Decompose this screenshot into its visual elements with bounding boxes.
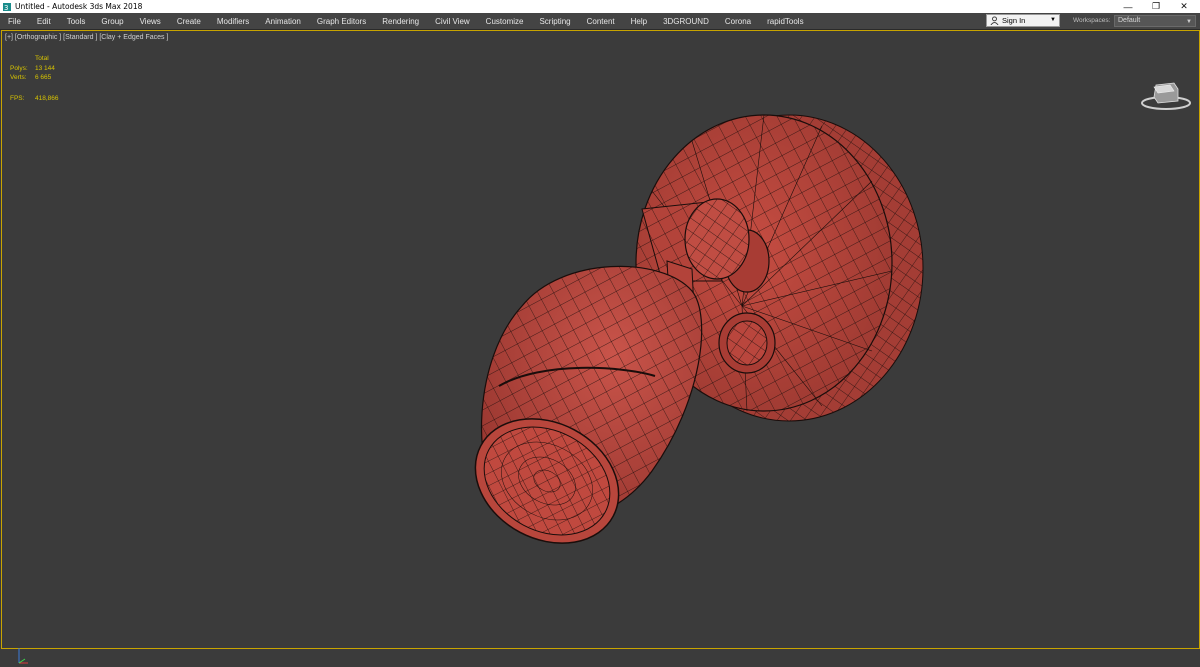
menu-help[interactable]: Help [623, 17, 655, 26]
menu-rapidtools[interactable]: rapidTools [759, 17, 811, 26]
3ds-max-app-icon: 3 [3, 2, 11, 11]
workspaces-label: Workspaces: [1073, 17, 1111, 24]
lamp-head [474, 265, 703, 544]
workspaces-select[interactable]: Default ▼ [1114, 15, 1196, 27]
menu-edit[interactable]: Edit [29, 17, 59, 26]
model-wall-light[interactable] [2, 31, 1199, 648]
user-icon [990, 16, 999, 25]
menu-3dground[interactable]: 3DGROUND [655, 17, 717, 26]
menu-create[interactable]: Create [169, 17, 209, 26]
menu-civil-view[interactable]: Civil View [427, 17, 478, 26]
menu-scripting[interactable]: Scripting [531, 17, 578, 26]
menu-graph-editors[interactable]: Graph Editors [309, 17, 374, 26]
chevron-down-icon: ▼ [1186, 19, 1192, 25]
sign-in-label: Sign In [1002, 16, 1026, 25]
axis-tripod-icon [18, 648, 28, 664]
workspaces-value: Default [1118, 17, 1141, 24]
title-bar: 3 Untitled - Autodesk 3ds Max 2018 [0, 0, 1200, 13]
menu-group[interactable]: Group [93, 17, 131, 26]
viewcube-widget[interactable] [1140, 79, 1192, 111]
menu-animation[interactable]: Animation [257, 17, 309, 26]
menu-file[interactable]: File [0, 17, 29, 26]
menu-tools[interactable]: Tools [59, 17, 94, 26]
sign-in-dropdown[interactable]: Sign In ▼ [986, 14, 1060, 27]
menu-rendering[interactable]: Rendering [374, 17, 427, 26]
chevron-down-icon: ▼ [1050, 17, 1056, 23]
svg-text:3: 3 [4, 4, 8, 11]
menu-content[interactable]: Content [579, 17, 623, 26]
menu-corona[interactable]: Corona [717, 17, 759, 26]
restore-button[interactable]: ❐ [1142, 0, 1170, 13]
menu-views[interactable]: Views [132, 17, 169, 26]
window-title: Untitled - Autodesk 3ds Max 2018 [15, 2, 143, 11]
menu-modifiers[interactable]: Modifiers [209, 17, 257, 26]
minimize-button[interactable]: — [1114, 0, 1142, 13]
perspective-viewport[interactable]: [+] [Orthographic ] [Standard ] [Clay + … [1, 30, 1200, 664]
close-button[interactable]: ✕ [1170, 0, 1198, 13]
menu-customize[interactable]: Customize [478, 17, 532, 26]
